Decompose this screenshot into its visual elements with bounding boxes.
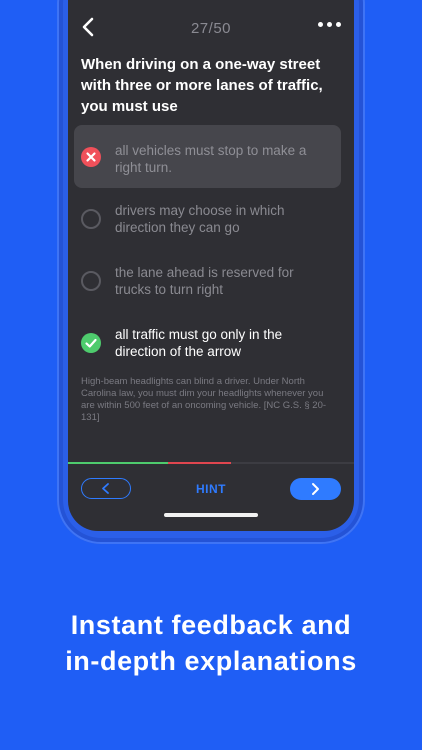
radio-empty-icon <box>81 209 101 229</box>
hint-button[interactable]: HINT <box>178 482 244 496</box>
answer-text: drivers may choose in which direction th… <box>115 203 285 235</box>
question-counter: 27/50 <box>190 20 232 37</box>
answer-text: the lane ahead is reserved for trucks to… <box>115 265 294 297</box>
chevron-right-icon <box>312 483 319 495</box>
answer-option[interactable]: drivers may choose in which direction th… <box>74 190 341 252</box>
answer-text: all traffic must go only in the directio… <box>115 327 283 359</box>
quiz-screen: 27/50 When driving on a one-way street w… <box>68 0 354 531</box>
chevron-left-icon <box>102 483 109 494</box>
check-icon <box>81 333 101 353</box>
progress-wrong-segment <box>168 462 231 464</box>
top-bar: 27/50 <box>68 0 354 50</box>
caption-line-1: Instant feedback and <box>70 610 352 640</box>
radio-empty-icon <box>81 271 101 291</box>
answer-option-wrong[interactable]: all vehicles must stop to make a right t… <box>74 125 341 188</box>
x-icon <box>81 147 101 167</box>
answer-option[interactable]: the lane ahead is reserved for trucks to… <box>74 252 341 314</box>
progress-bar <box>68 462 354 464</box>
home-indicator <box>164 513 258 517</box>
answer-text: all vehicles must stop to make a right t… <box>115 143 307 175</box>
answer-option-correct[interactable]: all traffic must go only in the directio… <box>74 314 341 376</box>
more-options-button[interactable] <box>318 22 342 32</box>
progress-correct-segment <box>68 462 168 464</box>
explanation-text: High-beam headlights can blind a driver.… <box>81 376 327 423</box>
next-button[interactable] <box>290 478 341 500</box>
caption-line-2: in-depth explanations <box>65 646 357 676</box>
question-text: When driving on a one-way street with th… <box>81 56 323 115</box>
more-dots-icon <box>318 22 323 27</box>
marketing-caption: Instant feedback and in-depth explanatio… <box>0 607 422 679</box>
previous-button[interactable] <box>81 478 131 499</box>
